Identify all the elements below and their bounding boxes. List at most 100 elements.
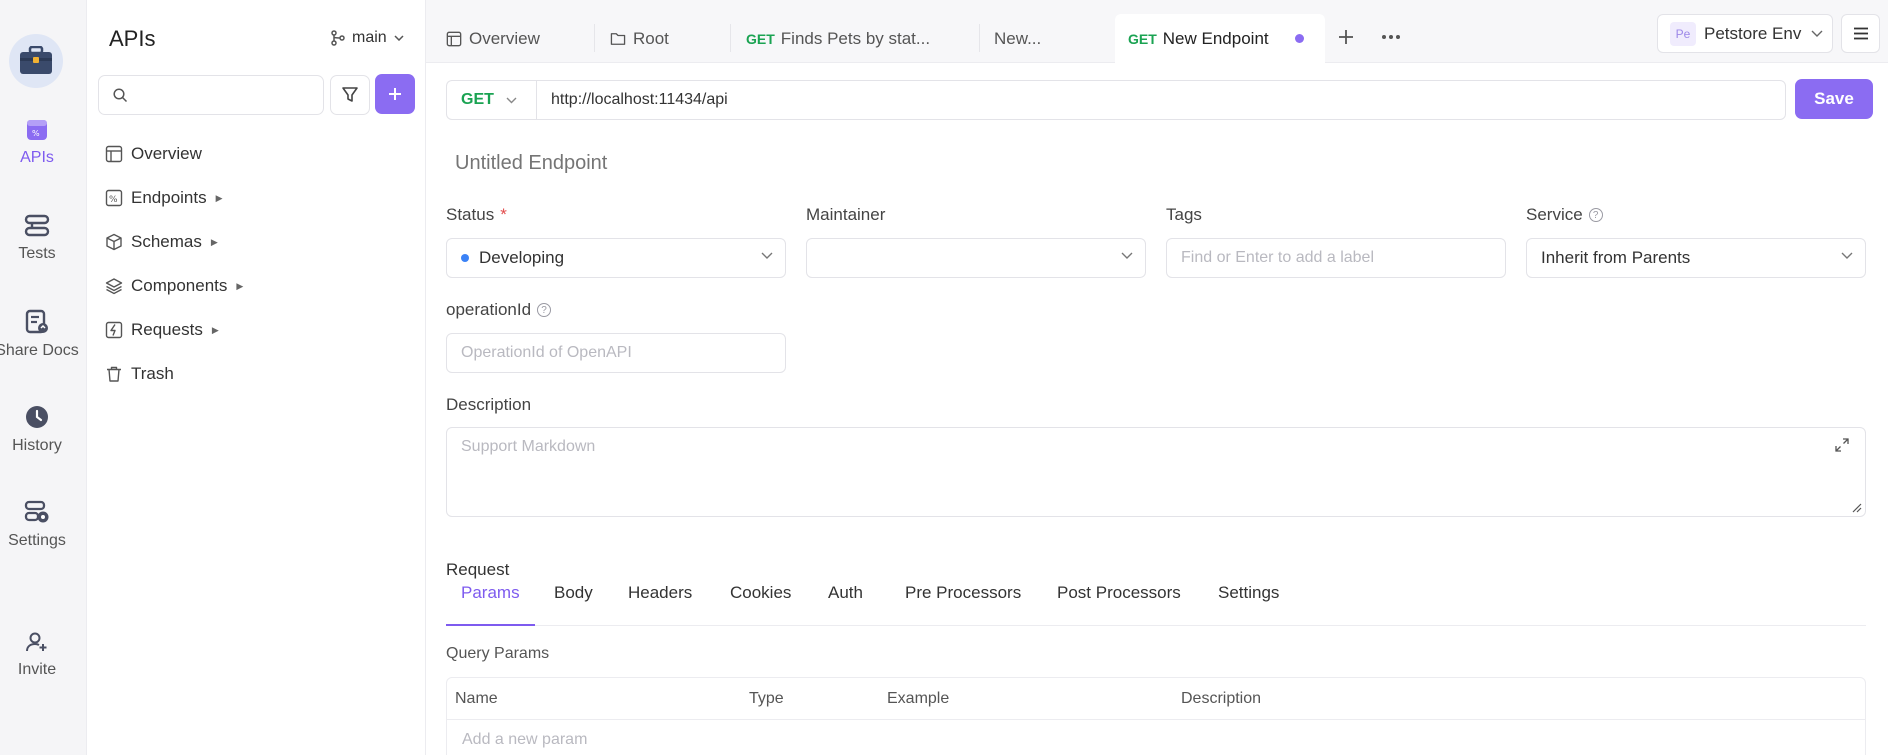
filter-button[interactable] [330, 75, 370, 115]
tab-cookies[interactable]: Cookies [730, 583, 791, 626]
request-section-title: Request [446, 560, 510, 579]
chevron-down-icon [1811, 30, 1823, 37]
status-label: Status * [446, 205, 507, 225]
rail-label-history: History [12, 437, 62, 454]
chevron-down-icon [1121, 252, 1133, 259]
tags-field[interactable] [1166, 238, 1506, 278]
plus-icon [1339, 30, 1353, 44]
rail-label-invite: Invite [17, 661, 57, 678]
operation-id-input[interactable] [461, 344, 771, 362]
method-value: GET [461, 91, 494, 108]
rail-item-invite[interactable]: Invite [0, 630, 74, 679]
query-params-table: Name Type Example Description Add a new … [446, 677, 1866, 755]
tree-label: Components [131, 276, 228, 295]
tab-divider [979, 24, 980, 52]
tab-body[interactable]: Body [554, 583, 593, 626]
description-label: Description [446, 395, 531, 415]
tab-label: Finds Pets by stat... [780, 28, 931, 48]
tree-label: Schemas [131, 232, 202, 251]
tab-finds-pets[interactable]: GET Finds Pets by stat... [742, 14, 932, 63]
main-menu-button[interactable] [1841, 14, 1880, 53]
maintainer-select[interactable] [806, 238, 1146, 278]
tab-auth[interactable]: Auth [828, 583, 863, 626]
method-select[interactable]: GET [446, 80, 537, 120]
tab-divider [730, 24, 731, 52]
maintainer-label-text: Maintainer [806, 205, 886, 224]
service-select[interactable]: Inherit from Parents [1526, 238, 1866, 278]
description-textarea[interactable] [461, 438, 1821, 508]
rail-item-history[interactable]: History [0, 404, 74, 455]
new-tab-button[interactable] [1331, 22, 1361, 52]
tree-label: Trash [131, 364, 174, 383]
endpoint-editor: GET Save Status * Maintainer Tags Servic… [426, 63, 1888, 755]
url-field[interactable] [536, 80, 1786, 120]
search-input[interactable] [136, 86, 316, 104]
tab-params[interactable]: Params [446, 583, 535, 626]
help-icon[interactable]: ? [1588, 208, 1603, 222]
settings-icon [24, 500, 49, 523]
tree-item-trash[interactable]: Trash [104, 352, 243, 396]
tab-new[interactable]: New... [990, 14, 1100, 63]
tab-headers[interactable]: Headers [628, 583, 692, 626]
operation-id-label-text: operationId [446, 300, 532, 319]
resize-handle-icon[interactable] [1852, 503, 1862, 513]
caret-right-icon[interactable]: ▶ [211, 237, 218, 248]
environment-selector[interactable]: Pe Petstore Env [1657, 14, 1833, 53]
tab-new-endpoint[interactable]: GET New Endpoint [1115, 14, 1325, 63]
endpoint-name-input[interactable] [455, 152, 1055, 175]
schemas-icon [106, 233, 122, 251]
tab-post-processors[interactable]: Post Processors [1057, 583, 1181, 626]
more-icon [1382, 35, 1400, 39]
tree-item-requests[interactable]: Requests ▶ [104, 308, 243, 352]
tags-input[interactable] [1181, 249, 1491, 267]
operation-id-field[interactable] [446, 333, 786, 373]
env-badge: Pe [1670, 21, 1696, 46]
overview-icon [105, 145, 123, 163]
tree-item-schemas[interactable]: Schemas ▶ [104, 220, 243, 264]
tab-pre-processors[interactable]: Pre Processors [905, 583, 1021, 626]
tree-item-overview[interactable]: Overview [104, 132, 243, 176]
status-dot-icon [461, 254, 469, 262]
briefcase-logo-icon [20, 46, 52, 74]
tab-request-settings[interactable]: Settings [1218, 583, 1279, 626]
app-logo[interactable] [9, 34, 63, 88]
description-field[interactable] [446, 427, 1866, 517]
tree-item-endpoints[interactable]: % Endpoints ▶ [104, 176, 243, 220]
save-button[interactable]: Save [1795, 79, 1873, 119]
expand-icon[interactable] [1835, 438, 1849, 452]
rail-label-share-docs: Share Docs [0, 342, 79, 359]
chevron-down-icon [506, 97, 517, 103]
add-button[interactable] [375, 74, 415, 114]
rail-item-apis[interactable]: % APIs [0, 118, 74, 167]
tree-label: Endpoints [131, 188, 207, 207]
add-param-row[interactable]: Add a new param [462, 731, 587, 749]
tags-label-text: Tags [1166, 205, 1202, 224]
chevron-down-icon [761, 252, 773, 259]
help-icon[interactable]: ? [537, 303, 552, 317]
tab-overview[interactable]: Overview [442, 14, 578, 63]
rail-item-tests[interactable]: Tests [0, 214, 74, 263]
chevron-down-icon [1841, 252, 1853, 259]
share-docs-icon [25, 309, 48, 334]
invite-icon [26, 632, 47, 652]
env-name: Petstore Env [1704, 23, 1802, 43]
tab-bar: Overview Root GET Finds Pets by stat... … [426, 0, 1888, 63]
tab-root[interactable]: Root [606, 14, 726, 63]
caret-right-icon[interactable]: ▶ [236, 281, 243, 292]
caret-right-icon[interactable]: ▶ [216, 193, 223, 204]
table-header: Name Type Example Description [447, 678, 1865, 720]
branch-name: main [352, 29, 387, 46]
rail-item-settings[interactable]: Settings [0, 499, 74, 550]
tree-item-components[interactable]: Components ▶ [104, 264, 243, 308]
caret-right-icon[interactable]: ▶ [212, 325, 219, 336]
column-header-description: Description [1181, 690, 1262, 707]
rail-label-apis: APIs [20, 149, 54, 166]
branch-selector[interactable]: main [331, 29, 404, 47]
tab-method: GET [746, 30, 775, 47]
url-input[interactable] [551, 91, 1751, 109]
more-tabs-button[interactable] [1376, 22, 1406, 52]
sidebar-search[interactable] [98, 75, 324, 115]
rail-item-share-docs[interactable]: Share Docs [0, 309, 79, 360]
tests-icon [24, 214, 50, 237]
status-select[interactable]: Developing [446, 238, 786, 278]
